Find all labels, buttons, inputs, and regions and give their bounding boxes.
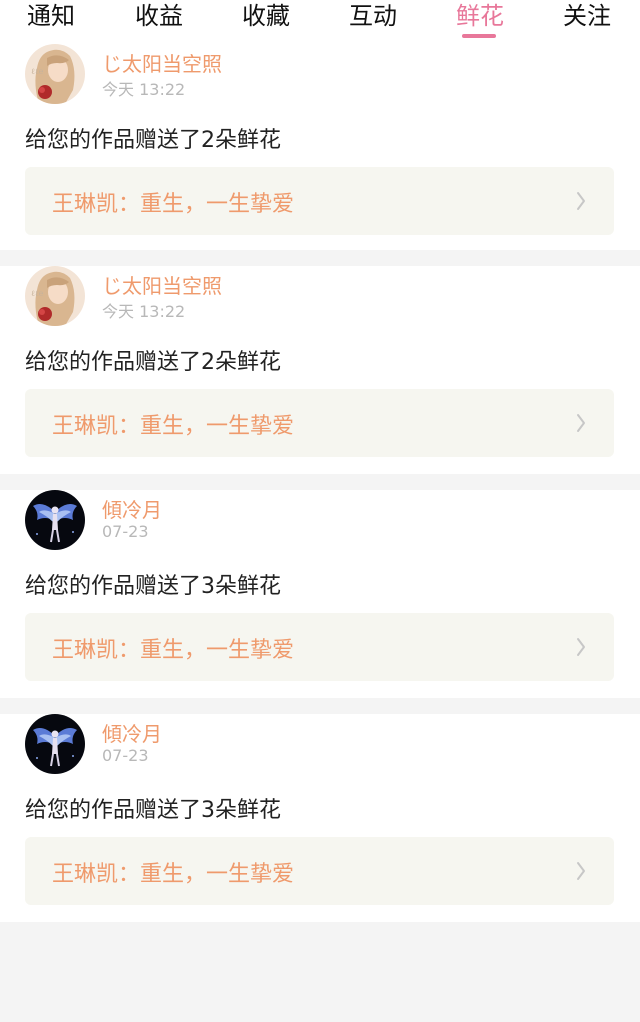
chevron-right-icon: [577, 414, 585, 432]
gift-message: 给您的作品赠送了3朵鲜花: [25, 574, 281, 599]
chevron-right-icon: [577, 638, 585, 656]
work-title: 王琳凯：重生，一生挚爱: [52, 414, 295, 439]
timestamp: 07-23: [102, 522, 149, 541]
timestamp: 今天 13:22: [102, 80, 186, 99]
tab-favorites[interactable]: 收藏: [240, 0, 292, 38]
notification-card: ℓℓe じ太阳当空照 今天 13:22 给您的作品赠送了2朵鲜花 王琳凯：重生，…: [0, 266, 640, 474]
work-title: 王琳凯：重生，一生挚爱: [52, 638, 295, 663]
girl-with-rose-avatar-icon[interactable]: ℓℓe: [25, 44, 85, 104]
sender-username[interactable]: じ太阳当空照: [102, 270, 222, 299]
chevron-right-icon: [577, 192, 585, 210]
notification-card: 傾冷月 07-23 给您的作品赠送了3朵鲜花 王琳凯：重生，一生挚爱: [0, 714, 640, 922]
tab-bar: 通知 收益 收藏 互动 鲜花 关注: [0, 0, 640, 44]
tab-follows[interactable]: 关注: [561, 0, 613, 38]
sender-username[interactable]: じ太阳当空照: [102, 48, 222, 77]
winged-angel-avatar-icon[interactable]: [25, 714, 85, 774]
active-tab-indicator: [462, 34, 496, 38]
sender-username[interactable]: 傾冷月: [102, 718, 162, 747]
work-link[interactable]: 王琳凯：重生，一生挚爱: [25, 167, 614, 235]
timestamp: 今天 13:22: [102, 302, 186, 321]
svg-text:ℓℓe: ℓℓe: [31, 67, 44, 76]
gift-message: 给您的作品赠送了2朵鲜花: [25, 128, 281, 153]
winged-angel-avatar-icon[interactable]: [25, 490, 85, 550]
gift-message: 给您的作品赠送了3朵鲜花: [25, 798, 281, 823]
timestamp: 07-23: [102, 746, 149, 765]
work-link[interactable]: 王琳凯：重生，一生挚爱: [25, 613, 614, 681]
work-link[interactable]: 王琳凯：重生，一生挚爱: [25, 389, 614, 457]
tab-interactions[interactable]: 互动: [347, 0, 399, 38]
notification-card: ℓℓe じ太阳当空照 今天 13:22 给您的作品赠送了2朵鲜花 王琳凯：重生，…: [0, 44, 640, 250]
gift-message: 给您的作品赠送了2朵鲜花: [25, 350, 281, 375]
tab-flowers[interactable]: 鲜花: [454, 0, 506, 38]
flower-notification-list: ℓℓe じ太阳当空照 今天 13:22 给您的作品赠送了2朵鲜花 王琳凯：重生，…: [0, 44, 640, 938]
work-title: 王琳凯：重生，一生挚爱: [52, 192, 295, 217]
chevron-right-icon: [577, 862, 585, 880]
girl-with-rose-avatar-icon[interactable]: ℓℓe: [25, 266, 85, 326]
work-link[interactable]: 王琳凯：重生，一生挚爱: [25, 837, 614, 905]
tab-notifications[interactable]: 通知: [25, 0, 77, 38]
notification-card: 傾冷月 07-23 给您的作品赠送了3朵鲜花 王琳凯：重生，一生挚爱: [0, 490, 640, 698]
tab-earnings[interactable]: 收益: [133, 0, 185, 38]
svg-text:ℓℓe: ℓℓe: [31, 289, 44, 298]
sender-username[interactable]: 傾冷月: [102, 494, 162, 523]
work-title: 王琳凯：重生，一生挚爱: [52, 862, 295, 887]
